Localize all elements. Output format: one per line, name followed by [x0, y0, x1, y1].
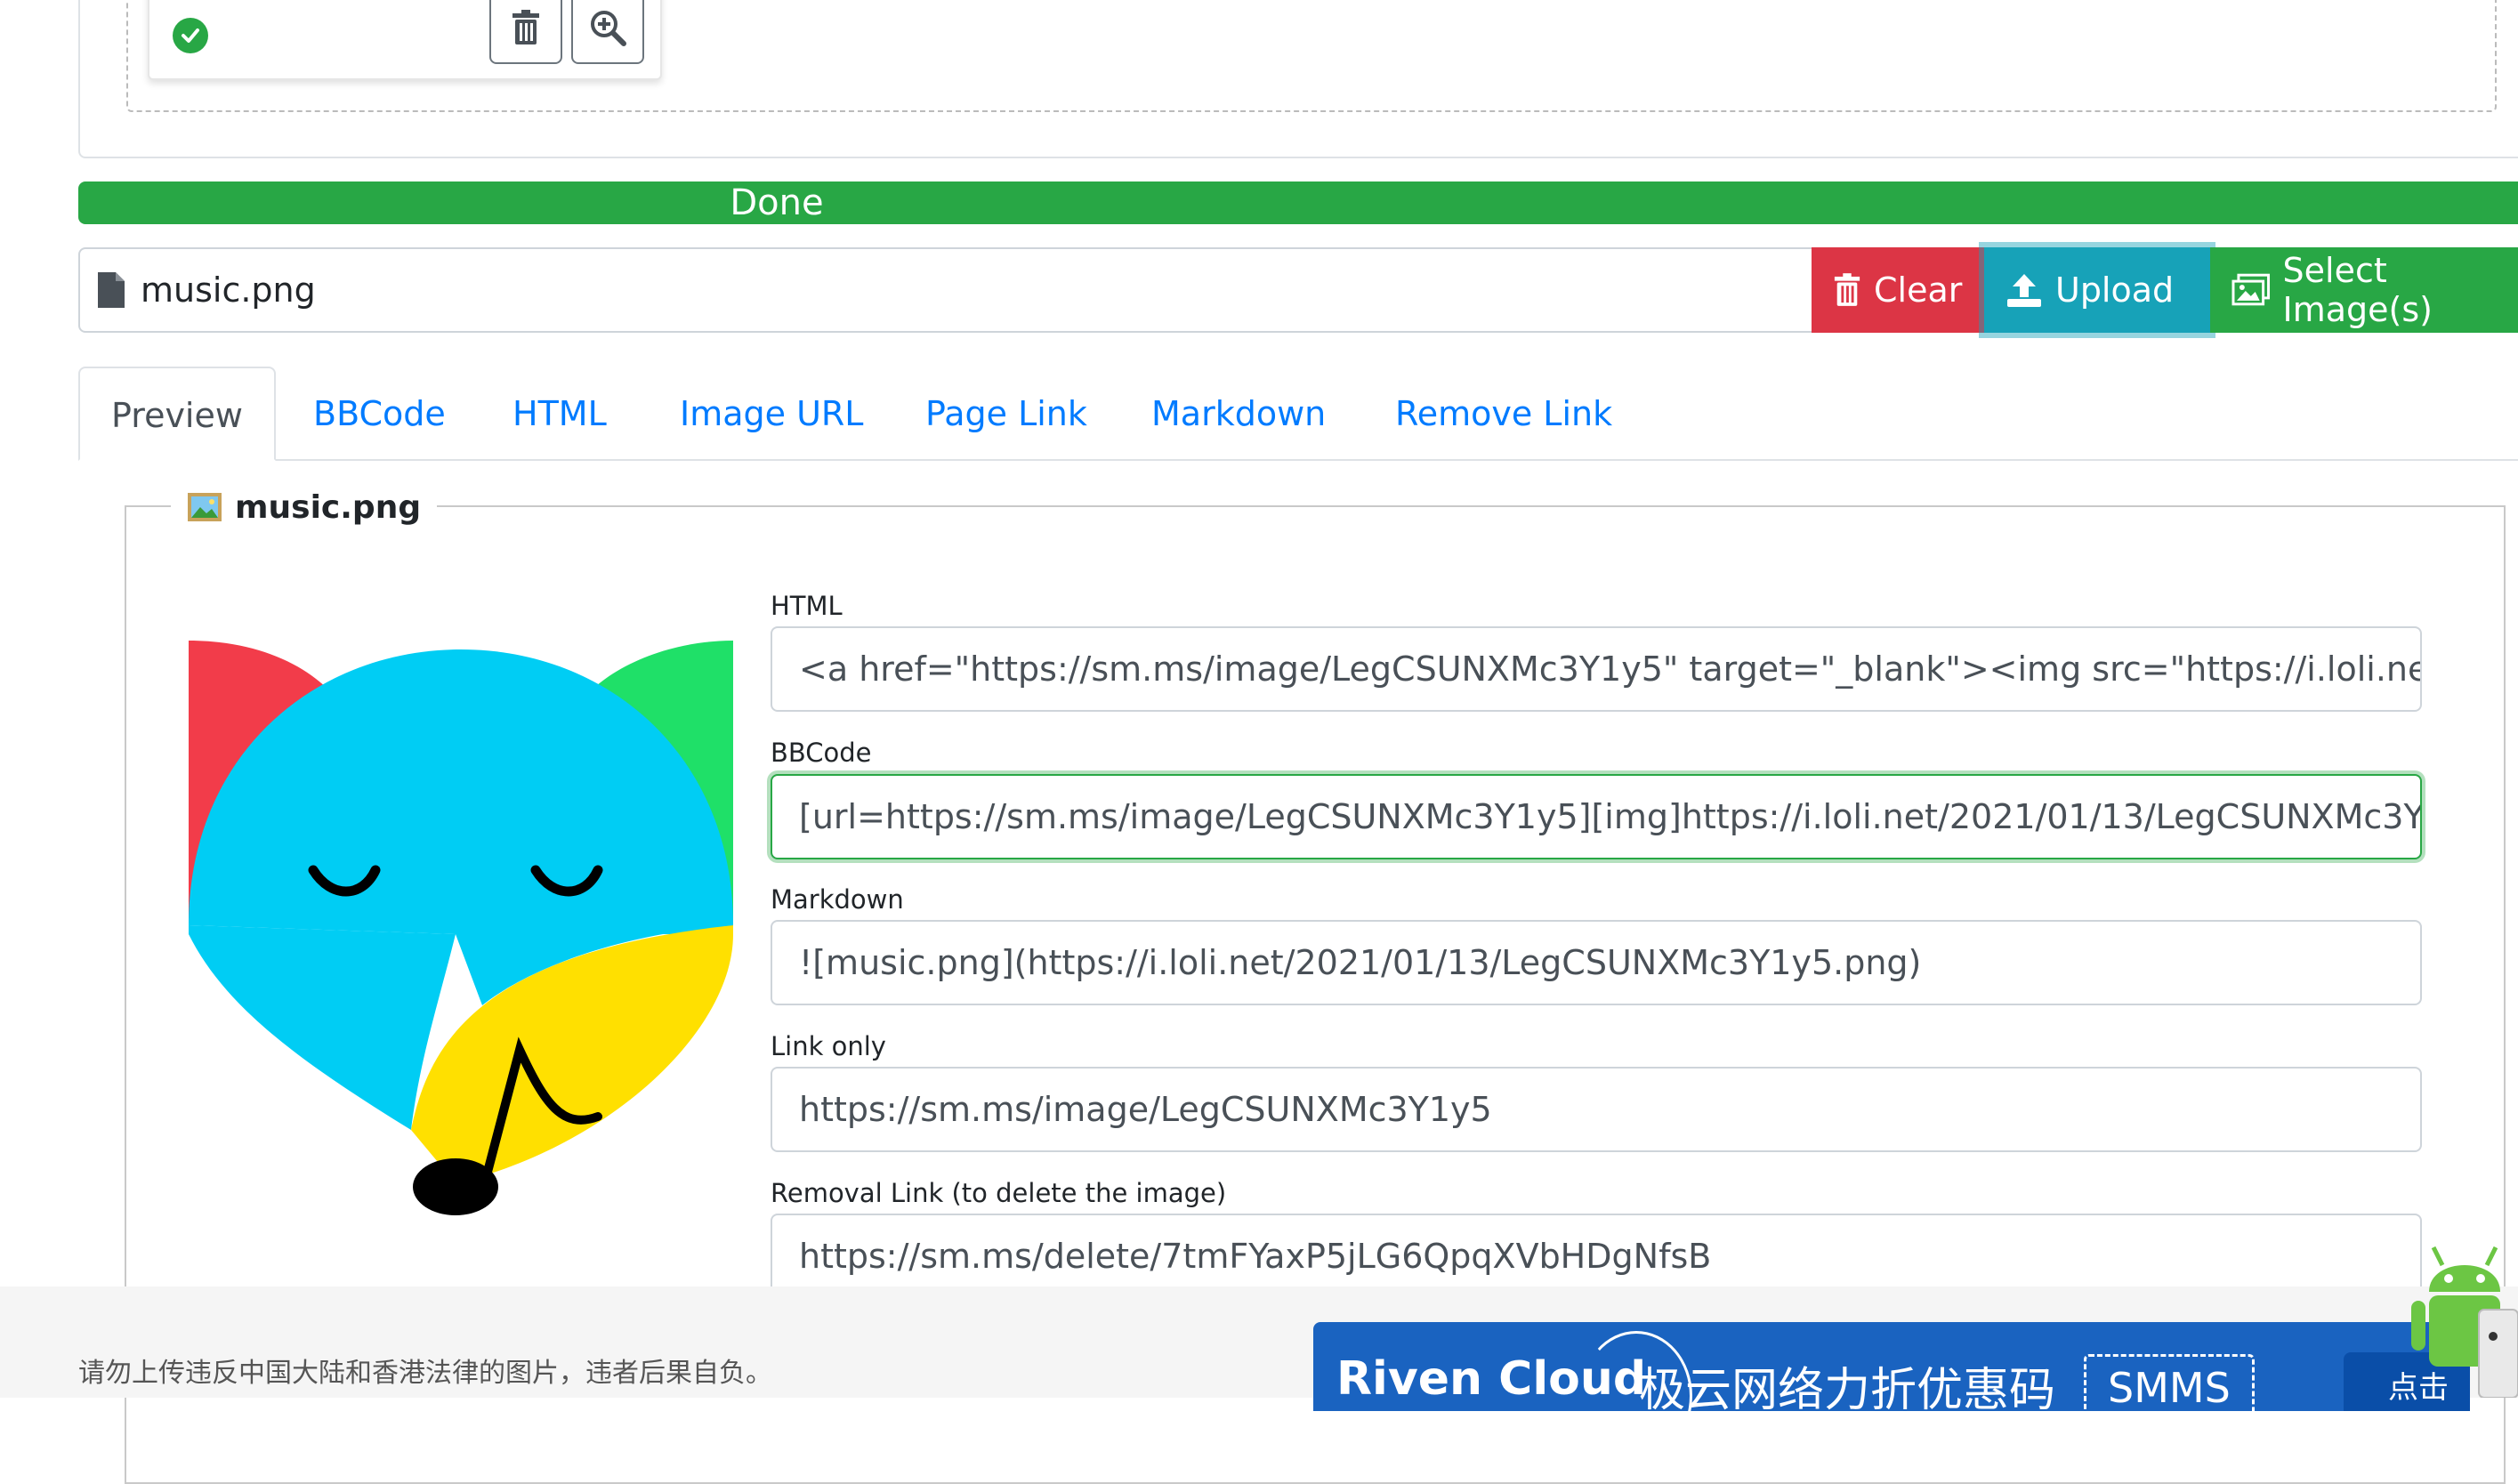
tab-preview[interactable]: Preview — [78, 367, 276, 461]
sponsor-banner[interactable]: Riven Cloud 极云网络力折优惠码 SMMS 点击 — [1313, 1322, 2470, 1411]
clear-button-label: Clear — [1874, 270, 1963, 310]
link-only-field[interactable]: https://sm.ms/image/LegCSUNXMc3Y1y5 — [771, 1067, 2422, 1152]
progress-label: Done — [730, 182, 824, 223]
tab-image-url[interactable]: Image URL — [680, 367, 863, 461]
select-images-button-label: Select Image(s) — [2282, 251, 2433, 329]
link-only-label: Link only — [771, 1031, 886, 1061]
sponsor-coupon-tag: SMMS — [2084, 1354, 2255, 1411]
tab-page-link[interactable]: Page Link — [925, 367, 1087, 461]
fox-illustration — [189, 641, 733, 1215]
sponsor-slogan: 极云网络力折优惠码 — [1639, 1364, 2056, 1411]
trash-icon — [512, 10, 539, 44]
tab-html[interactable]: HTML — [512, 367, 607, 461]
removal-link-label: Removal Link (to delete the image) — [771, 1178, 1227, 1208]
tab-remove-link[interactable]: Remove Link — [1395, 367, 1612, 461]
html-label: HTML — [771, 591, 843, 621]
upload-button[interactable]: Upload — [1984, 247, 2210, 333]
zoom-file-button[interactable] — [571, 0, 644, 64]
select-images-button[interactable]: Select Image(s) — [2210, 247, 2518, 333]
trash-icon — [1834, 273, 1860, 306]
footer-notice: 请勿上传违反中国大陆和香港法律的图片，违者后果自负。 — [78, 1358, 772, 1389]
preview-title: music.png — [235, 488, 422, 526]
markdown-label: Markdown — [771, 884, 904, 915]
html-code-field[interactable]: <a href="https://sm.ms/image/LegCSUNXMc3… — [771, 626, 2422, 712]
preview-legend: music.png — [171, 488, 438, 527]
bbcode-label: BBCode — [771, 738, 872, 768]
clear-button[interactable]: Clear — [1812, 247, 1986, 333]
upload-icon — [2007, 274, 2041, 307]
images-icon — [2231, 273, 2271, 306]
selected-file-name: music.png — [141, 270, 316, 310]
image-icon — [188, 493, 222, 521]
tab-bbcode[interactable]: BBCode — [313, 367, 446, 461]
bbcode-field[interactable]: [url=https://sm.ms/image/LegCSUNXMc3Y1y5… — [771, 774, 2422, 859]
tab-markdown[interactable]: Markdown — [1151, 367, 1326, 461]
file-icon — [98, 272, 125, 308]
remove-file-button[interactable] — [489, 0, 562, 64]
upload-button-label: Upload — [2055, 270, 2175, 310]
android-mascot-icon — [2411, 1246, 2518, 1398]
upload-progress-bar: Done — [78, 181, 2518, 224]
markdown-field[interactable]: ![music.png](https://i.loli.net/2021/01/… — [771, 920, 2422, 1005]
check-circle-icon — [173, 18, 208, 53]
zoom-in-icon — [591, 11, 626, 46]
